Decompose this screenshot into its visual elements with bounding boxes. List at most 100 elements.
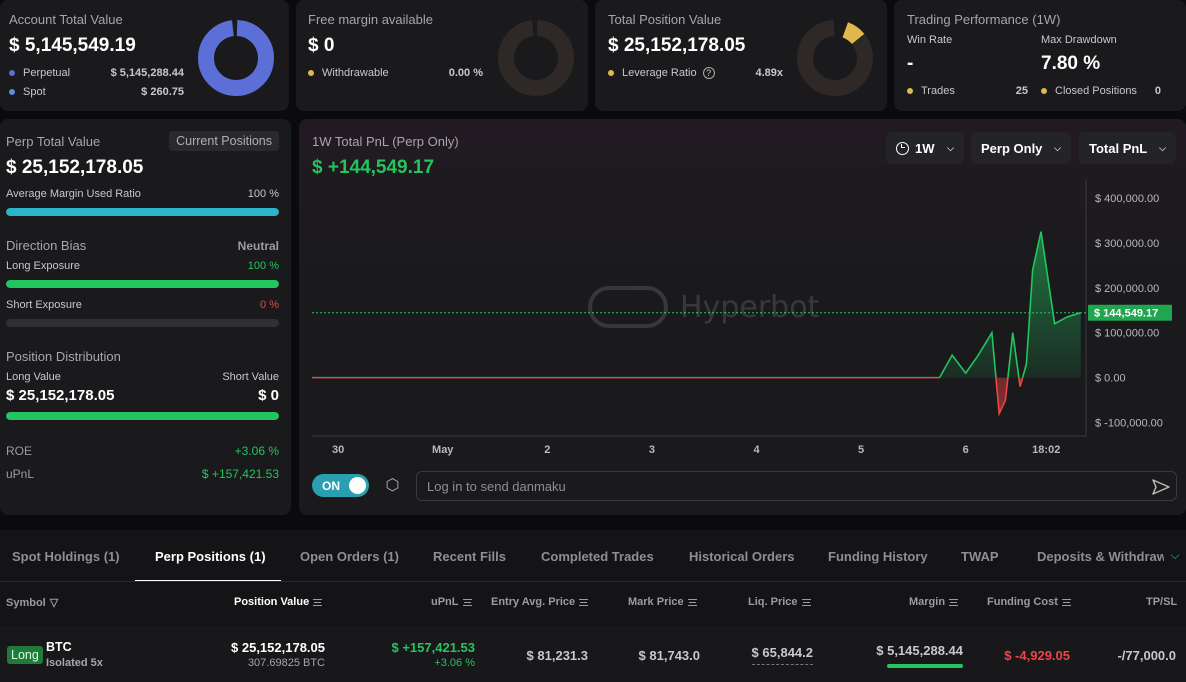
tab-twap[interactable]: TWAP (961, 549, 999, 564)
scope-dropdown[interactable]: Perp Only ⌵ (971, 132, 1071, 164)
tab-bar-divider (0, 581, 1186, 582)
tab-open-orders-1[interactable]: Open Orders (1) (300, 549, 399, 564)
upnl-cell: $ +157,421.53 (391, 640, 476, 655)
sort-icon (1061, 598, 1071, 606)
free-margin-value: $ 0 (308, 35, 335, 56)
chevron-down-icon: ⌵ (947, 142, 954, 153)
upnl-row: uPnL $ +157,421.53 (6, 467, 279, 481)
perpetual-row: Perpetual $ 5,145,288.44 Spot $ 260.75 (9, 67, 184, 98)
hyperbot-watermark: Hyperbot (588, 286, 819, 328)
col-symbol[interactable]: Symbol ▽ (6, 596, 58, 610)
closed-dot-icon (1041, 88, 1047, 95)
hyperbot-logo-icon (588, 286, 668, 328)
col-position-value[interactable]: Position Value (234, 596, 323, 608)
distribution-bar (6, 412, 279, 420)
side-badge: Long (7, 646, 43, 664)
y-tick-label: $ 300,000.00 (1095, 238, 1159, 250)
tab-recent-fills[interactable]: Recent Fills (433, 549, 506, 564)
entry-price-cell: $ 81,231.3 (526, 648, 588, 663)
perp-title: Perp Total Value (6, 134, 101, 149)
danmaku-toggle[interactable]: ON (312, 474, 369, 497)
liq-price-cell: $ 65,844.2 (751, 645, 813, 665)
symbol-cell[interactable]: BTC (46, 640, 72, 654)
card-title: Trading Performance (1W) (907, 12, 1061, 27)
send-icon[interactable] (1151, 477, 1171, 497)
card-title: Account Total Value (9, 12, 123, 27)
free-margin-card: Free margin available $ 0 Withdrawable 0.… (296, 0, 588, 111)
sort-icon (462, 598, 472, 606)
perp-value: $ 5,145,288.44 (110, 67, 184, 79)
tab-spot-holdings-1[interactable]: Spot Holdings (1) (12, 549, 120, 564)
y-tick-label: $ 400,000.00 (1095, 193, 1159, 205)
help-icon[interactable]: ? (702, 67, 715, 79)
col-tpsl[interactable]: TP/SL (1146, 596, 1177, 608)
y-tick-label: $ 0.00 (1095, 373, 1126, 385)
funding-cost-cell: $ -4,929.05 (1004, 648, 1070, 663)
clock-icon (896, 141, 909, 155)
col-upnl[interactable]: uPnL (431, 596, 472, 608)
short-exposure-row: Short Exposure 0 % (6, 299, 279, 311)
toggle-knob (349, 477, 366, 494)
tpsl-cell[interactable]: -/77,000.0 (1117, 648, 1176, 663)
position-donut (797, 20, 873, 96)
card-title: Total Position Value (608, 12, 722, 27)
tab-completed-trades[interactable]: Completed Trades (541, 549, 654, 564)
position-value-cell: $ 25,152,178.05 (231, 640, 325, 655)
col-entry[interactable]: Entry Avg. Price (491, 596, 589, 608)
closed-positions-row: Closed Positions 0 (1041, 85, 1161, 97)
sort-icon (949, 598, 959, 606)
upnl-pct-cell: +3.06 % (434, 657, 475, 669)
current-positions-badge[interactable]: Current Positions (169, 131, 279, 151)
direction-bias-row: Direction Bias Neutral (6, 238, 279, 253)
x-tick-label: May (432, 444, 454, 456)
tabs-more-chevron-icon[interactable]: ⌵ (1164, 548, 1186, 568)
settings-hex-icon[interactable]: ⬡ (384, 477, 401, 494)
perp-label: Perpetual (23, 67, 71, 79)
x-tick-label: 3 (649, 444, 655, 456)
trades-row: Trades 25 (907, 85, 1028, 97)
margin-cell-bar (887, 664, 963, 668)
long-exposure-row: Long Exposure 100 % (6, 260, 279, 272)
perp-panel: Perp Total Value Current Positions $ 25,… (0, 119, 291, 515)
x-tick-label: 2 (544, 444, 550, 456)
y-tick-label: $ 100,000.00 (1095, 328, 1159, 340)
tab-perp-positions-1[interactable]: Perp Positions (1) (155, 549, 266, 564)
account-total-card: Account Total Value $ 5,145,549.19 Perpe… (0, 0, 289, 111)
y-tick-label: $ -100,000.00 (1095, 418, 1163, 430)
x-tick-label: 4 (753, 444, 760, 456)
distribution-values: $ 25,152,178.05 $ 0 (6, 387, 279, 404)
filter-icon[interactable]: ▽ (50, 596, 58, 609)
x-tick-label: 18:02 (1032, 444, 1060, 456)
margin-mode-cell: Isolated 5x (46, 657, 103, 669)
chart-title: 1W Total PnL (Perp Only) (312, 134, 459, 149)
trades-dot-icon (907, 88, 913, 95)
tab-deposits-withdraw[interactable]: Deposits & Withdraw (1037, 549, 1164, 564)
spot-value: $ 260.75 (141, 86, 184, 98)
chevron-down-icon: ⌵ (1054, 142, 1061, 153)
position-distribution-title: Position Distribution (6, 349, 121, 364)
position-size-cell: 307.69825 BTC (247, 657, 325, 669)
range-dropdown[interactable]: 1W ⌵ (886, 132, 964, 164)
col-margin[interactable]: Margin (909, 596, 959, 608)
sort-icon (579, 598, 589, 606)
long-exposure-bar (6, 280, 279, 288)
col-mark[interactable]: Mark Price (628, 596, 697, 608)
danmaku-input[interactable]: Log in to send danmaku (416, 471, 1177, 501)
account-total-value: $ 5,145,549.19 (9, 35, 136, 56)
sort-icon (687, 598, 697, 606)
withdrawable-dot-icon (308, 70, 314, 77)
tab-funding-history[interactable]: Funding History (828, 549, 928, 564)
spot-label: Spot (23, 86, 46, 98)
short-exposure-bar (6, 319, 279, 327)
margin-donut (498, 19, 574, 96)
last-value-label: $ 144,549.17 (1094, 308, 1158, 320)
col-funding[interactable]: Funding Cost (987, 596, 1071, 608)
account-donut (198, 19, 274, 96)
win-rate-label: Win Rate (907, 34, 953, 46)
metric-dropdown[interactable]: Total PnL ⌵ (1079, 132, 1176, 164)
col-liq[interactable]: Liq. Price (748, 596, 811, 608)
leverage-row: Leverage Ratio ? 4.89x (608, 67, 783, 79)
tab-historical-orders[interactable]: Historical Orders (689, 549, 795, 564)
margin-cell[interactable]: $ 5,145,288.44 (876, 643, 963, 658)
margin-ratio-row: Average Margin Used Ratio 100 % (6, 188, 279, 200)
